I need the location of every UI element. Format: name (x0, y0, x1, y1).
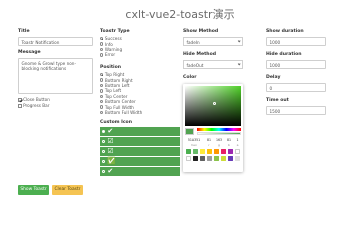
close-button-checkbox[interactable]: Close Button (18, 97, 50, 102)
color-swatch[interactable] (221, 156, 226, 161)
r-label: r (208, 143, 210, 147)
color-swatch[interactable] (207, 156, 212, 161)
radio-icon (100, 110, 104, 115)
icon-option-check-square[interactable]: ☑ (100, 137, 180, 146)
color-swatch[interactable] (214, 149, 219, 154)
title-input[interactable]: Toastr Notification (18, 37, 93, 46)
show-duration-input[interactable]: 1000 (266, 37, 326, 46)
radio-icon (100, 53, 104, 57)
hide-duration-input[interactable]: 1000 (266, 60, 326, 69)
check-square-icon: ☑ (107, 147, 114, 155)
show-duration-label: Show duration (266, 29, 304, 34)
radio-icon (100, 99, 104, 104)
color-swatch[interactable] (235, 149, 240, 154)
color-swatch[interactable] (193, 149, 198, 154)
custom-icon-label: Custom Icon (100, 120, 132, 125)
alpha-slider[interactable] (197, 132, 241, 135)
position-group: Top Right Bottom Right Bottom Left Top L… (100, 72, 142, 115)
icon-option-check-mark[interactable]: ✔ (100, 167, 180, 176)
color-swatch[interactable] (214, 156, 219, 161)
hide-method-label: Hide Method (183, 52, 217, 57)
timeout-input[interactable]: 1500 (266, 106, 326, 115)
radio-bottom-full-width[interactable]: Bottom Full Width (100, 110, 142, 115)
hue-slider[interactable] (197, 128, 241, 131)
b-label: b (228, 143, 230, 147)
color-swatch[interactable] (228, 156, 233, 161)
hex-value[interactable]: 51A351 (185, 138, 203, 142)
delay-input[interactable]: 0 (266, 83, 326, 92)
show-method-select[interactable]: fadeIn (183, 37, 243, 46)
clear-toastr-button[interactable]: Clear Toastr (52, 185, 83, 195)
color-swatch[interactable] (193, 156, 198, 161)
color-label: Color (183, 75, 197, 80)
radio-icon (102, 149, 106, 154)
checkbox-checked-icon (18, 97, 22, 102)
position-label: Position (100, 65, 122, 70)
message-label: Message (18, 50, 41, 55)
progress-bar-checkbox[interactable]: Progress Bar (18, 103, 49, 108)
check-mark-icon: ✔ (107, 167, 114, 175)
custom-icon-list: ✔ ☑ ☑ ✅ ✔ (100, 127, 180, 177)
color-swatch[interactable] (200, 156, 205, 161)
color-swatch[interactable] (186, 156, 191, 161)
icon-option-check-square-2[interactable]: ☑ (100, 147, 180, 156)
a-value[interactable]: 1 (234, 138, 241, 142)
b-value[interactable]: 81 (225, 138, 233, 142)
radio-icon (100, 105, 104, 109)
progress-bar-label: Progress Bar (23, 103, 50, 108)
r-value[interactable]: 81 (205, 138, 213, 142)
radio-icon (102, 169, 106, 174)
icon-option-check-circle[interactable]: ✔ (100, 127, 180, 136)
toastr-type-label: Toastr Type (100, 29, 130, 34)
radio-icon (102, 159, 106, 164)
color-picker[interactable]: 51A351 81 163 81 1 hex r g b a (183, 84, 243, 172)
timeout-label: Time out (266, 98, 289, 103)
saturation-cursor[interactable] (213, 102, 216, 105)
radio-icon (100, 42, 104, 46)
hex-label: hex (191, 143, 197, 147)
message-textarea[interactable]: Gnome & Growl type non-blocking notifica… (18, 58, 93, 94)
chevron-down-icon (237, 62, 241, 66)
color-swatch[interactable] (221, 149, 226, 154)
check-circle-icon: ✔ (107, 127, 114, 135)
radio-icon (100, 47, 104, 52)
color-swatch[interactable] (207, 149, 212, 154)
show-toastr-button[interactable]: Show Toastr (18, 185, 49, 195)
color-swatch[interactable] (186, 149, 191, 154)
app-title: cxlt-vue2-toastr演示 (125, 8, 235, 21)
icon-option-check-square-outline[interactable]: ✅ (100, 157, 180, 166)
radio-icon (100, 83, 104, 88)
radio-checked-icon (102, 129, 106, 134)
radio-icon (100, 94, 104, 98)
radio-icon (102, 139, 106, 144)
chevron-down-icon (237, 39, 241, 43)
check-square-outline-icon: ✅ (107, 157, 117, 165)
g-value[interactable]: 163 (215, 138, 223, 142)
title-label: Title (18, 29, 30, 34)
a-label: a (236, 143, 239, 147)
check-square-icon: ☑ (107, 137, 114, 145)
delay-label: Delay (266, 75, 281, 80)
g-label: g (218, 143, 220, 147)
checkbox-unchecked-icon (18, 103, 22, 108)
hide-duration-label: Hide duration (266, 52, 302, 57)
saturation-area[interactable] (185, 86, 241, 126)
radio-error[interactable]: Error (100, 52, 122, 57)
radio-checked-icon (100, 37, 104, 41)
toastr-type-group: Success Info Warning Error (100, 36, 122, 58)
color-swatch[interactable] (200, 149, 205, 154)
hide-method-select[interactable]: fadeOut (183, 60, 243, 69)
show-method-label: Show Method (183, 29, 219, 34)
close-button-label: Close Button (23, 97, 50, 102)
radio-bottom-center[interactable]: Bottom Center (100, 99, 142, 104)
color-swatch[interactable] (228, 149, 233, 154)
radio-icon (100, 78, 104, 82)
color-swatch[interactable] (235, 156, 240, 161)
color-preview (185, 128, 194, 135)
radio-checked-icon (100, 73, 104, 77)
radio-icon (100, 89, 104, 93)
